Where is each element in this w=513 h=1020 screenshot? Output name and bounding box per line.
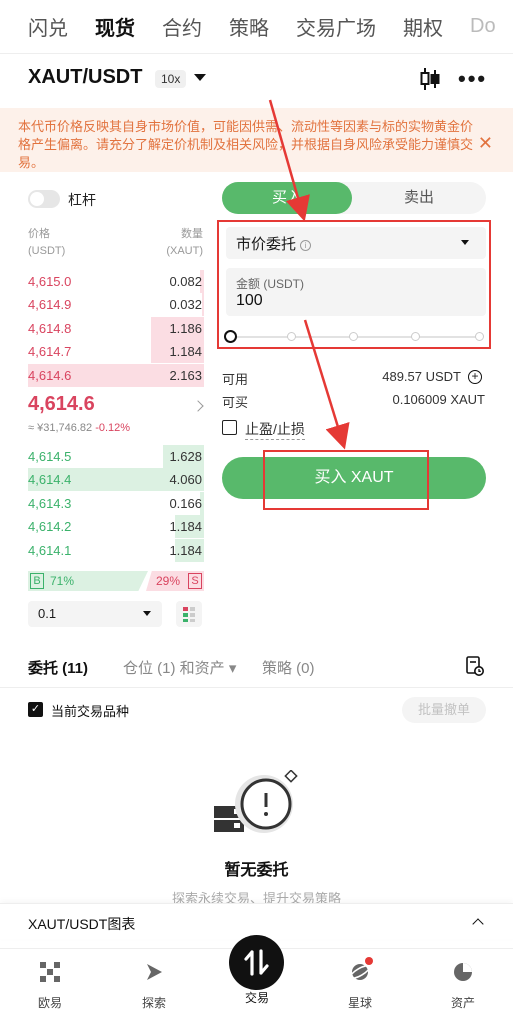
close-warning-icon[interactable]: ✕	[478, 133, 493, 154]
empty-orders-illustration-icon	[214, 770, 298, 833]
tab-swap[interactable]: 闪兑	[28, 12, 68, 41]
margin-toggle[interactable]	[28, 190, 60, 208]
buy-ratio: 71%	[50, 574, 75, 588]
empty-title: 暂无委托	[224, 862, 289, 879]
batch-cancel-button[interactable]: 批量撤单	[402, 697, 486, 723]
chart-title: XAUT/USDT图表	[28, 916, 136, 932]
qty-header: 数量 (XAUT)	[166, 228, 203, 257]
can-buy-value: 0.106009 XAUT	[392, 392, 485, 407]
ask-price: 4,614.6	[28, 367, 72, 383]
available-value: 489.57 USDT	[382, 369, 461, 384]
tab-order-strategy[interactable]: 策略 (0)	[262, 657, 315, 678]
leverage-badge: 10x	[155, 70, 187, 88]
top-tab-bar: 闪兑 现货 合约 策略 交易广场 期权 Do	[0, 0, 513, 54]
highlight-box-order-input	[217, 220, 491, 349]
tab-buy[interactable]: 买入	[222, 182, 352, 214]
bid-row[interactable]: 4,614.2 1.184	[28, 515, 204, 539]
bid-price: 4,614.1	[28, 542, 72, 558]
pair-symbol[interactable]: XAUT/USDT	[28, 66, 142, 89]
ask-qty: 1.186	[169, 320, 202, 336]
notification-dot	[365, 957, 373, 965]
ask-qty: 1.184	[169, 344, 202, 360]
tab-strategy[interactable]: 策略	[229, 12, 269, 41]
ask-qty: 2.163	[169, 367, 202, 383]
tab-positions[interactable]: 仓位 (1) 和资产 ▾	[123, 657, 236, 678]
current-symbol-label: 当前交易品种	[51, 704, 130, 719]
bottom-nav: 欧易 探索 交易 星球 资产	[0, 935, 513, 1020]
ask-row[interactable]: 4,614.6 2.163	[28, 363, 204, 387]
divider	[0, 687, 513, 688]
chevron-down-icon	[143, 611, 151, 616]
swap-arrows-icon	[244, 949, 269, 976]
ask-row[interactable]: 4,614.9 0.032	[28, 293, 204, 317]
trade-center-button[interactable]	[229, 935, 284, 990]
depth-step-select[interactable]: 0.1	[28, 601, 162, 627]
sell-ratio: 29%	[155, 574, 180, 588]
add-funds-icon[interactable]: +	[468, 370, 482, 384]
tab-spot[interactable]: 现货	[95, 12, 135, 41]
bid-qty: 1.184	[169, 519, 202, 535]
candlestick-chart-icon[interactable]	[419, 66, 441, 92]
bid-row[interactable]: 4,614.5 1.628	[28, 445, 204, 468]
bid-row[interactable]: 4,614.1 1.184	[28, 538, 204, 562]
ask-price: 4,614.7	[28, 344, 72, 360]
available-label: 可用	[222, 372, 249, 387]
tab-trading-plaza[interactable]: 交易广场	[296, 12, 376, 41]
current-symbol-checkbox[interactable]: ✓	[28, 702, 43, 717]
nav-okx[interactable]: 欧易	[20, 961, 80, 1011]
ask-row[interactable]: 4,615.0 0.082	[28, 270, 204, 293]
tab-open-orders[interactable]: 委托 (11)	[28, 657, 88, 678]
pie-chart-icon	[454, 963, 472, 981]
risk-warning-banner: 本代币价格反映其自身市场价值，可能因供需、流动性等因素与标的实物黄金价格产生偏离…	[0, 108, 513, 172]
price-header: 价格 (USDT)	[28, 228, 66, 257]
tpsl-label[interactable]: 止盈/止损	[245, 419, 305, 440]
tab-sell[interactable]: 卖出	[352, 182, 486, 214]
tab-more[interactable]: Do	[470, 15, 496, 38]
ask-depth-bar	[202, 293, 204, 317]
compass-icon	[147, 964, 162, 980]
ask-row[interactable]: 4,614.7 1.184	[28, 340, 204, 364]
nav-explore[interactable]: 探索	[124, 961, 184, 1011]
ask-price: 4,615.0	[28, 274, 72, 289]
bid-qty: 4.060	[169, 472, 202, 488]
last-price: 4,614.6	[28, 393, 95, 415]
buy-sell-ratio: B 71% 29% S	[28, 571, 204, 591]
margin-label: 杠杆	[68, 192, 96, 208]
tab-options[interactable]: 期权	[403, 12, 443, 41]
bid-price: 4,614.2	[28, 519, 72, 535]
okx-logo-icon	[40, 962, 60, 982]
chart-toggle-bar[interactable]: XAUT/USDT图表	[0, 903, 513, 939]
bid-qty: 0.166	[169, 495, 202, 511]
orderbook-layout-icon[interactable]	[176, 601, 202, 627]
can-buy-label: 可买	[222, 395, 249, 410]
bid-price: 4,614.5	[28, 449, 72, 464]
ask-row[interactable]: 4,614.8 1.186	[28, 316, 204, 340]
more-options-icon[interactable]: •••	[458, 66, 487, 92]
side-tabs: 买入 卖出	[222, 182, 486, 214]
tpsl-checkbox[interactable]	[222, 420, 237, 435]
nav-planet[interactable]: 星球	[330, 961, 390, 1011]
buy-ratio-tag: B	[30, 573, 44, 589]
bid-price: 4,614.4	[28, 472, 72, 488]
bid-price: 4,614.3	[28, 495, 72, 511]
ask-price: 4,614.8	[28, 320, 72, 336]
chevron-up-icon	[472, 918, 484, 930]
tab-futures[interactable]: 合约	[162, 12, 202, 41]
nav-assets[interactable]: 资产	[433, 961, 493, 1011]
pair-dropdown-icon[interactable]	[194, 74, 206, 81]
highlight-box-buy-button	[263, 450, 429, 510]
ask-qty: 0.032	[169, 297, 202, 313]
price-change: -0.12%	[95, 422, 131, 434]
bid-row[interactable]: 4,614.3 0.166	[28, 491, 204, 515]
bid-qty: 1.184	[169, 542, 202, 558]
ask-price: 4,614.9	[28, 297, 72, 313]
order-history-icon[interactable]	[466, 656, 484, 676]
converted-price: ≈ ¥31,746.82 -0.12%	[28, 422, 131, 434]
sell-ratio-tag: S	[188, 573, 202, 589]
ask-qty: 0.082	[169, 274, 202, 289]
chevron-right-icon[interactable]	[192, 400, 204, 412]
bid-row[interactable]: 4,614.4 4.060	[28, 468, 204, 492]
bid-qty: 1.628	[169, 449, 202, 464]
